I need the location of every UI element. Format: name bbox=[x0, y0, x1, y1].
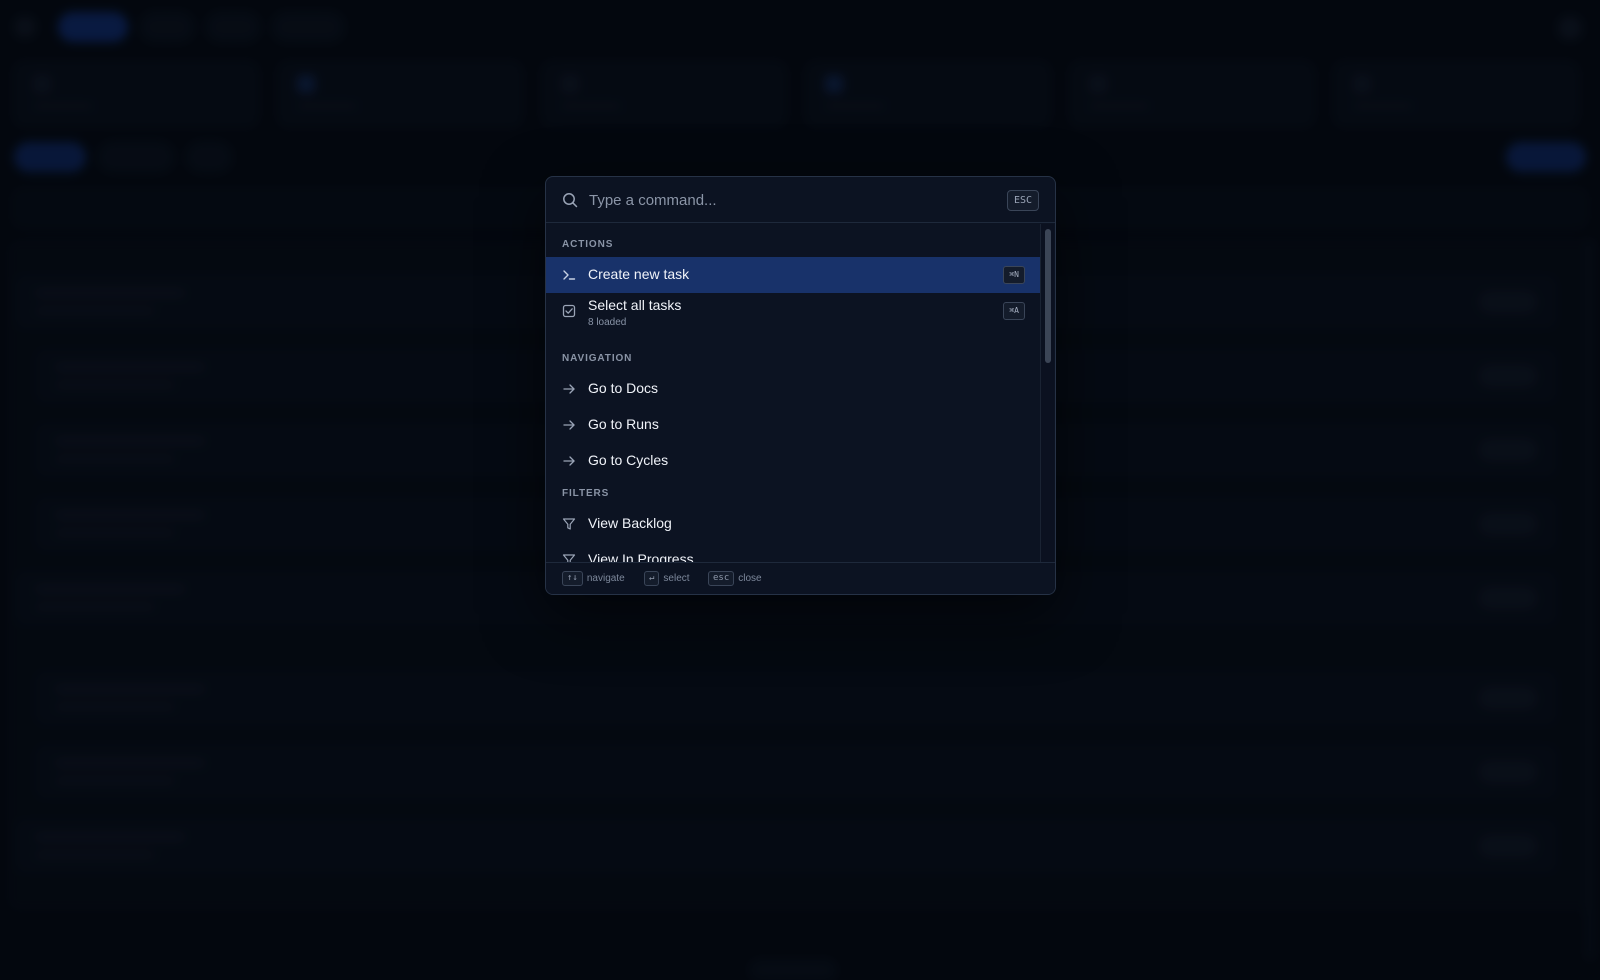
arrow-right-icon bbox=[563, 420, 575, 430]
arrow-right-icon bbox=[563, 384, 575, 394]
command-item-go-to-cycles[interactable]: Go to Cycles bbox=[546, 443, 1041, 479]
close-key: esc bbox=[708, 571, 735, 586]
command-list[interactable]: ACTIONS Create new task ⌘N Select all ta… bbox=[546, 224, 1041, 564]
command-label: Create new task bbox=[588, 266, 690, 282]
filter-icon bbox=[562, 518, 576, 530]
hint-close: esc close bbox=[708, 571, 762, 587]
command-search-input[interactable] bbox=[589, 187, 989, 213]
arrow-right-icon bbox=[563, 456, 575, 466]
section-label-navigation: NAVIGATION bbox=[562, 353, 633, 364]
command-item-create-task[interactable]: Create new task ⌘N bbox=[546, 257, 1041, 293]
command-label: View Backlog bbox=[588, 515, 672, 531]
hint-select: ↵ select bbox=[644, 571, 690, 587]
navigate-label: navigate bbox=[586, 573, 625, 584]
command-item-view-backlog[interactable]: View Backlog bbox=[546, 506, 1041, 542]
command-item-select-all[interactable]: Select all tasks 8 loaded ⌘A bbox=[546, 293, 1041, 329]
search-icon bbox=[563, 193, 578, 208]
command-item-go-to-runs[interactable]: Go to Runs bbox=[546, 407, 1041, 443]
hint-navigate: ↑↓ navigate bbox=[562, 571, 625, 587]
command-label: Select all tasks bbox=[588, 297, 682, 313]
command-item-go-to-docs[interactable]: Go to Docs bbox=[546, 371, 1041, 407]
scrollbar-thumb[interactable] bbox=[1045, 229, 1051, 363]
command-label: Go to Docs bbox=[588, 380, 659, 396]
close-label: close bbox=[738, 573, 762, 584]
section-label-filters: FILTERS bbox=[562, 488, 610, 499]
select-label: select bbox=[663, 573, 690, 584]
command-palette: ESC ACTIONS Create new task ⌘N Select al… bbox=[545, 176, 1056, 595]
command-search-bar: ESC bbox=[546, 177, 1055, 223]
select-key: ↵ bbox=[644, 571, 660, 586]
palette-footer: ↑↓ navigate ↵ select esc close bbox=[546, 562, 1055, 594]
command-list-scrollbar[interactable] bbox=[1040, 224, 1054, 564]
terminal-icon bbox=[563, 270, 576, 280]
navigate-key: ↑↓ bbox=[562, 571, 583, 586]
checkbox-icon bbox=[562, 304, 576, 318]
command-label: Go to Runs bbox=[588, 416, 659, 432]
command-label: Go to Cycles bbox=[588, 452, 669, 468]
section-label-actions: ACTIONS bbox=[562, 239, 614, 250]
command-item-view-in-progress[interactable]: View In Progress bbox=[546, 542, 1041, 564]
shortcut-badge: ⌘A bbox=[1003, 302, 1025, 320]
command-sublabel: 8 loaded bbox=[588, 317, 627, 328]
shortcut-badge: ⌘N bbox=[1003, 266, 1025, 284]
esc-key-badge[interactable]: ESC bbox=[1006, 190, 1039, 211]
